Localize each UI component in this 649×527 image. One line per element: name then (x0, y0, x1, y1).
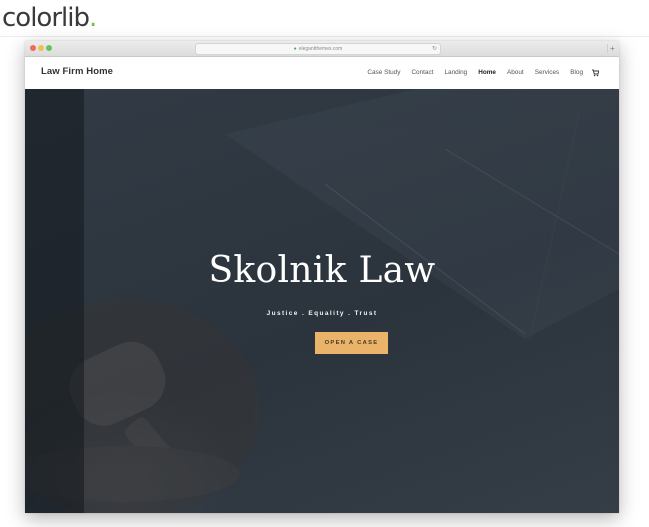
hero-left-strip (25, 89, 84, 513)
browser-window: ● elegantthemes.com ↻ + Law Firm Home Cas… (25, 41, 619, 513)
minimize-window-button[interactable] (38, 45, 44, 51)
address-bar[interactable]: ● elegantthemes.com ↻ (195, 43, 441, 55)
nav-contact[interactable]: Contact (411, 69, 433, 77)
close-window-button[interactable] (30, 45, 36, 51)
url-text-wrap: ● elegantthemes.com (196, 44, 440, 54)
nav-case-study[interactable]: Case Study (367, 69, 400, 77)
nav-blog[interactable]: Blog (570, 69, 583, 77)
cart-icon[interactable] (592, 69, 599, 77)
book-shape (225, 89, 619, 340)
hero-title: Skolnik Law (208, 250, 436, 291)
new-tab-button[interactable]: + (607, 44, 617, 53)
nav-services[interactable]: Services (535, 69, 560, 77)
top-divider (0, 36, 649, 37)
hero-tagline: Justice . Equality . Trust (266, 310, 378, 317)
reload-icon[interactable]: ↻ (432, 44, 437, 54)
hero-background-art (25, 89, 619, 513)
maximize-window-button[interactable] (46, 45, 52, 51)
lock-icon: ● (293, 46, 297, 52)
url-text: elegantthemes.com (298, 46, 343, 52)
colorlib-logo: colorlib. (2, 1, 97, 35)
site-header: Law Firm Home Case Study Contact Landing… (25, 57, 619, 89)
main-nav: Case Study Contact Landing Home About Se… (356, 69, 599, 77)
hero-section: Skolnik Law Justice . Equality . Trust O… (25, 89, 619, 513)
nav-home[interactable]: Home (478, 69, 496, 77)
site-title[interactable]: Law Firm Home (41, 66, 113, 77)
browser-toolbar: ● elegantthemes.com ↻ + (25, 41, 619, 57)
nav-about[interactable]: About (507, 69, 524, 77)
brand-name: colorlib (2, 3, 90, 33)
nav-landing[interactable]: Landing (444, 69, 467, 77)
brand-dot: . (88, 3, 97, 33)
open-a-case-button[interactable]: OPEN A CASE (315, 332, 388, 354)
